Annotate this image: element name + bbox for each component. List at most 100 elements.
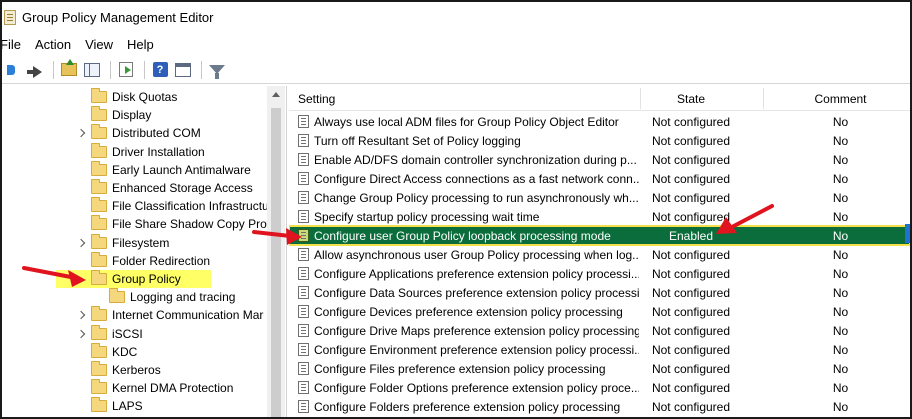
cell-comment: No <box>832 304 849 319</box>
table-row[interactable]: Configure user Group Policy loopback pro… <box>289 225 910 246</box>
policy-setting-icon <box>298 343 309 356</box>
policy-setting-icon <box>298 286 309 299</box>
tree-item[interactable]: Enhanced Storage Access <box>91 179 253 197</box>
menu-action[interactable]: Action <box>28 37 78 52</box>
table-row[interactable]: Always use local ADM files for Group Pol… <box>289 112 910 131</box>
selection-edge <box>905 224 910 243</box>
tree-item[interactable]: Filesystem <box>91 233 169 252</box>
policy-setting-icon <box>298 248 309 261</box>
tree-item-label: File Classification Infrastructu <box>112 199 269 214</box>
tree-scrollbar[interactable] <box>267 86 285 417</box>
tree-item-label: LAPS <box>112 399 143 414</box>
settings-list: Setting State Comment Always use local A… <box>289 86 910 417</box>
folder-icon <box>91 379 107 395</box>
column-header-comment[interactable]: Comment <box>763 86 910 111</box>
column-header-state[interactable]: State <box>641 86 741 111</box>
cell-comment: No <box>832 361 849 376</box>
back-icon <box>6 64 15 75</box>
cell-setting: Allow asynchronous user Group Policy pro… <box>314 247 639 262</box>
menu-help[interactable]: Help <box>120 37 161 52</box>
tree-item[interactable]: LAPS <box>91 397 143 415</box>
table-row[interactable]: Enable AD/DFS domain controller synchron… <box>289 150 910 169</box>
cell-setting: Configure Devices preference extension p… <box>314 304 623 319</box>
tree-item[interactable]: KDC <box>91 342 137 361</box>
cell-setting: Configure Data Sources preference extens… <box>314 285 639 300</box>
tree-item[interactable]: Logging and tracing <box>109 288 235 306</box>
table-row[interactable]: Configure Environment preference extensi… <box>289 340 910 359</box>
show-hide-tree-icon <box>84 62 100 77</box>
console-tree[interactable]: Disk Quotas Display Distributed COM Driver … <box>2 86 287 417</box>
tree-item[interactable]: Folder Redirection <box>91 251 210 270</box>
table-row[interactable]: Configure Direct Access connections as a… <box>289 169 910 188</box>
folder-icon <box>109 288 125 304</box>
tree-item[interactable]: Group Policy <box>56 270 211 288</box>
table-row[interactable]: Configure Drive Maps preference extensio… <box>289 321 910 340</box>
table-row[interactable]: Turn off Resultant Set of Policy logging… <box>289 131 910 150</box>
forward-button[interactable] <box>25 60 45 80</box>
cell-state: Not configured <box>651 399 731 414</box>
scroll-up-arrow-icon[interactable] <box>272 92 280 97</box>
cell-setting: Configure Folders preference extension p… <box>314 399 621 414</box>
cell-comment: No <box>832 266 849 281</box>
tree-item[interactable]: Kernel DMA Protection <box>91 379 233 397</box>
table-row[interactable]: Configure Files preference extension pol… <box>289 359 910 378</box>
cell-state: Not configured <box>651 152 731 167</box>
table-row[interactable]: Configure Devices preference extension p… <box>289 302 910 321</box>
tree-item[interactable]: Kerberos <box>91 361 161 379</box>
folder-icon <box>91 197 107 213</box>
chevron-right-icon[interactable] <box>78 239 86 247</box>
policy-setting-icon <box>298 324 309 337</box>
policy-setting-icon <box>298 172 309 185</box>
help-button[interactable]: ? <box>150 60 170 80</box>
cell-setting: Configure Environment preference extensi… <box>314 342 639 357</box>
policy-setting-icon <box>298 267 309 280</box>
cell-comment: No <box>832 342 849 357</box>
cell-setting: Configure Drive Maps preference extensio… <box>314 323 639 338</box>
cell-comment: No <box>832 190 849 205</box>
tree-item[interactable]: File Share Shadow Copy Provi <box>91 215 275 233</box>
column-header-setting[interactable]: Setting <box>298 86 335 111</box>
toolbar: ? <box>2 56 910 84</box>
tree-item[interactable]: File Classification Infrastructu <box>91 197 269 215</box>
tree-item[interactable]: Internet Communication Mar <box>91 306 263 324</box>
up-one-level-button[interactable] <box>59 59 79 80</box>
table-row[interactable]: Configure Data Sources preference extens… <box>289 283 910 302</box>
tree-item-label: Driver Installation <box>112 144 205 159</box>
export-list-button[interactable] <box>116 60 136 80</box>
tree-item[interactable]: Display <box>91 106 151 124</box>
back-button[interactable] <box>2 60 22 80</box>
show-hide-tree-button[interactable] <box>82 60 102 80</box>
cell-state: Not configured <box>651 114 731 129</box>
menu-file[interactable]: File <box>2 37 28 52</box>
policy-setting-icon <box>298 210 309 223</box>
tree-item[interactable]: Early Launch Antimalware <box>91 160 251 179</box>
filter-button[interactable] <box>207 60 227 80</box>
cell-setting: Turn off Resultant Set of Policy logging <box>314 133 521 148</box>
chevron-right-icon[interactable] <box>78 311 86 319</box>
chevron-right-icon[interactable] <box>78 330 86 338</box>
table-row[interactable]: Specify startup policy processing wait t… <box>289 207 910 226</box>
table-row[interactable]: Configure Applications preference extens… <box>289 264 910 283</box>
cell-comment: No <box>832 247 849 262</box>
table-row[interactable]: Allow asynchronous user Group Policy pro… <box>289 245 910 264</box>
cell-state: Not configured <box>651 285 731 300</box>
cell-state: Not configured <box>651 342 731 357</box>
scroll-thumb[interactable] <box>271 108 281 417</box>
properties-button[interactable] <box>173 60 193 80</box>
cell-setting: Change Group Policy processing to run as… <box>314 190 639 205</box>
folder-icon <box>91 270 107 285</box>
cell-state: Not configured <box>651 361 731 376</box>
tree-item[interactable]: iSCSI <box>91 324 143 343</box>
folder-icon <box>91 306 107 322</box>
table-row[interactable]: Change Group Policy processing to run as… <box>289 188 910 207</box>
cell-setting: Configure Files preference extension pol… <box>314 361 606 376</box>
folder-icon <box>91 142 107 158</box>
tree-item[interactable]: Distributed COM <box>91 124 201 142</box>
menu-view[interactable]: View <box>78 37 120 52</box>
tree-item[interactable]: Driver Installation <box>91 142 205 161</box>
chevron-right-icon[interactable] <box>78 129 86 137</box>
tree-item[interactable]: Disk Quotas <box>91 88 177 106</box>
cell-setting: Configure Applications preference extens… <box>314 266 639 281</box>
table-row[interactable]: Configure Folder Options preference exte… <box>289 378 910 397</box>
table-row[interactable]: Configure Folders preference extension p… <box>289 397 910 416</box>
